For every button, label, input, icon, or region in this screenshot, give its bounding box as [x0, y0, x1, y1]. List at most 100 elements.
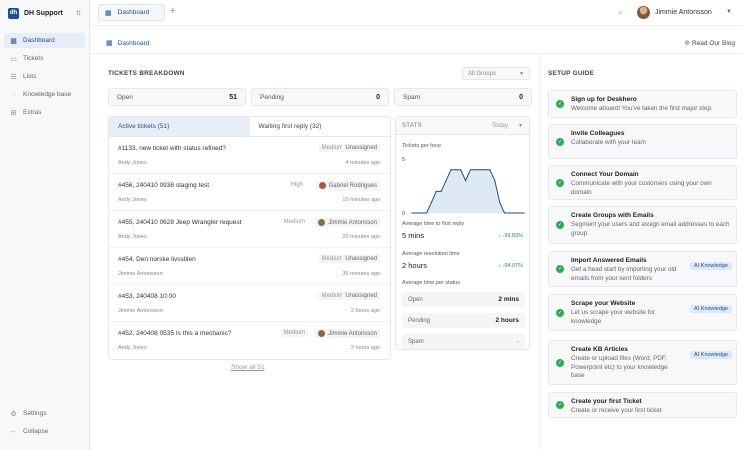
- breadcrumb: ▦ Dashboard: [106, 39, 150, 48]
- chevron-down-icon[interactable]: ▼: [726, 9, 732, 15]
- status-label: Open: [408, 296, 423, 303]
- show-all-link[interactable]: Show all 51: [231, 364, 265, 371]
- tab-dashboard[interactable]: ▦ Dashboard: [98, 4, 165, 21]
- setup-step-card[interactable]: ✓ Create your first Ticket Create or recei…: [548, 392, 737, 418]
- group-select[interactable]: All Groups ▼: [462, 67, 530, 80]
- assignee-name: Gabriel Rodrigues: [328, 182, 377, 189]
- setup-step-description: base: [571, 372, 585, 379]
- setup-step-card[interactable]: ✓ Create Groups with Emails Segment your u…: [548, 206, 737, 244]
- data-point: [455, 169, 457, 171]
- ticket-title[interactable]: #455, 240410 0628 Jeep Wrangler request: [118, 219, 241, 226]
- setup-step-card[interactable]: ✓ Import Answered Emails Get a head start …: [548, 251, 737, 287]
- ticket-time: 2 hours ago: [350, 345, 380, 351]
- setup-guide-title: SETUP GUIDE: [548, 70, 595, 77]
- tab-waiting-first-reply[interactable]: Waiting first reply (32): [250, 117, 391, 136]
- ticket-title[interactable]: #453, 240408 10:00: [118, 293, 176, 300]
- sidebar-item-extras[interactable]: ⊞ Extras: [4, 105, 85, 120]
- ticket-time: 2 hours ago: [350, 308, 380, 314]
- sidebar-item-label: Settings: [23, 410, 47, 417]
- resolution-label: Average resolution time: [402, 251, 460, 257]
- setup-step-card[interactable]: ✓ Scrape your Website Let us scrape your w…: [548, 294, 737, 331]
- setup-step-card[interactable]: ✓ Create KB Articles Create or upload file…: [548, 340, 737, 385]
- ticket-time: 4 minutes ago: [345, 160, 380, 166]
- setup-step-title: Create KB Articles: [571, 346, 628, 353]
- ticket-title[interactable]: #1133, new ticket with status refined?: [118, 145, 226, 152]
- setup-step-description: Communicate with your customers using yo…: [571, 180, 712, 187]
- setup-step-description: Get a head start by importing your old: [571, 266, 677, 273]
- data-point: [421, 212, 423, 214]
- stat-card-open[interactable]: Open 51: [108, 88, 246, 106]
- read-blog-link[interactable]: ⊕ Read Our Blog: [684, 39, 735, 48]
- data-point: [494, 180, 496, 182]
- breadcrumb-label: Dashboard: [117, 39, 150, 47]
- top-bar: ▦ Dashboard + ⌕ Jimmie Antonsson ▼: [90, 0, 743, 26]
- stat-card-pending[interactable]: Pending 0: [251, 88, 389, 106]
- gear-icon: ⚙: [10, 410, 17, 418]
- sidebar-item-label: Lists: [23, 73, 37, 80]
- ticket-title[interactable]: #456, 240410 0938 staging test: [118, 182, 209, 189]
- setup-step-description: Collaborate with your team: [571, 139, 646, 146]
- setup-step-description: group: [571, 229, 588, 237]
- table-row[interactable]: #454, Den norske livsstilen Jimmie Anton…: [109, 248, 390, 285]
- stat-card-spam[interactable]: Spam 0: [394, 88, 532, 106]
- ticket-agent: Andy Jones: [118, 345, 147, 351]
- setup-step-description: Create or upload files (Word, PDF,: [571, 355, 667, 362]
- status-value: -: [516, 338, 519, 345]
- sidebar-item-tickets[interactable]: ▭ Tickets: [4, 51, 85, 66]
- sidebar-item-collapse[interactable]: ← Collapse: [4, 424, 85, 439]
- assignee-badge[interactable]: Jimmie Antonsson: [315, 329, 380, 338]
- assignee-badge[interactable]: Unassigned: [342, 292, 380, 300]
- assignee-badge[interactable]: Unassigned: [342, 255, 380, 263]
- data-point: [513, 212, 515, 214]
- ai-knowledge-badge: AI Knowledge: [690, 351, 732, 359]
- brand-switcher[interactable]: dh DH Support ⇅: [0, 0, 89, 26]
- sidebar-item-settings[interactable]: ⚙ Settings: [4, 406, 85, 421]
- ticket-agent: Jimmie Antonsson: [118, 308, 163, 314]
- tab-label: Dashboard: [117, 9, 150, 16]
- ticket-icon: ▭: [10, 55, 17, 63]
- stat-label: Spam: [403, 93, 420, 101]
- sidebar-item-lists[interactable]: ☰ Lists: [4, 69, 85, 84]
- sidebar-item-dashboard[interactable]: ▦ Dashboard: [4, 33, 85, 48]
- ticket-title[interactable]: #452, 240408 0535 Is this a mechanic?: [118, 330, 231, 337]
- table-row[interactable]: #453, 240408 10:00 Jimmie Antonsson Medi…: [109, 285, 390, 322]
- search-icon[interactable]: ⌕: [618, 7, 623, 18]
- assignee-badge[interactable]: Gabriel Rodrigues: [315, 181, 380, 190]
- table-row[interactable]: #455, 240410 0628 Jeep Wrangler request …: [109, 211, 390, 248]
- table-row[interactable]: #1133, new ticket with status refined? A…: [109, 137, 390, 174]
- chevron-down-icon[interactable]: ▼: [518, 123, 523, 129]
- stat-label: Pending: [260, 93, 284, 101]
- stat-value: 0: [376, 93, 380, 101]
- stat-value: 0: [519, 93, 523, 101]
- setup-guide: SETUP GUIDE ✓ Sign up for Deskhero Welcome…: [540, 54, 743, 450]
- tab-active-tickets[interactable]: Active tickets (51): [109, 117, 250, 136]
- assignee-badge[interactable]: Jimmie Antonsson: [315, 218, 380, 227]
- user-name[interactable]: Jimmie Antonsson: [655, 9, 712, 16]
- ai-knowledge-badge: AI Knowledge: [690, 305, 732, 313]
- priority-badge[interactable]: High: [288, 181, 306, 189]
- avatar[interactable]: [637, 6, 650, 19]
- setup-step-description: Let us scrape your website for: [571, 309, 655, 316]
- table-row[interactable]: #456, 240410 0938 staging test Andy Jone…: [109, 174, 390, 211]
- table-row[interactable]: #452, 240408 0535 Is this a mechanic? An…: [109, 322, 390, 359]
- grid-icon: ▦: [105, 9, 112, 17]
- setup-step-card[interactable]: ✓ Connect Your Domain Communicate with you…: [548, 165, 737, 200]
- stats-period-select[interactable]: Today: [492, 123, 508, 129]
- check-icon: ✓: [556, 308, 564, 317]
- chevron-updown-icon[interactable]: ⇅: [76, 10, 81, 17]
- assignee-badge[interactable]: Unassigned: [342, 144, 380, 152]
- setup-step-card[interactable]: ✓ Invite Colleagues Collaborate with your …: [548, 124, 737, 159]
- extras-icon: ⊞: [10, 109, 17, 117]
- sidebar: dh DH Support ⇅ ▦ Dashboard ▭ Tickets ☰ …: [0, 0, 90, 450]
- data-point: [445, 180, 447, 182]
- data-point: [416, 212, 418, 214]
- status-row-open: Open 2 mins: [402, 292, 525, 307]
- add-tab-button[interactable]: +: [170, 6, 176, 17]
- sidebar-item-knowledge-base[interactable]: ◌ Knowledge base: [4, 87, 85, 102]
- priority-badge[interactable]: Medium: [280, 329, 308, 337]
- ticket-list-tabs: Active tickets (51) Waiting first reply …: [109, 117, 390, 137]
- ticket-title[interactable]: #454, Den norske livsstilen: [118, 256, 196, 263]
- setup-step-card[interactable]: ✓ Sign up for Deskhero Welcome aboard! You…: [548, 90, 737, 118]
- check-icon: ✓: [556, 100, 564, 108]
- priority-badge[interactable]: Medium: [281, 218, 308, 226]
